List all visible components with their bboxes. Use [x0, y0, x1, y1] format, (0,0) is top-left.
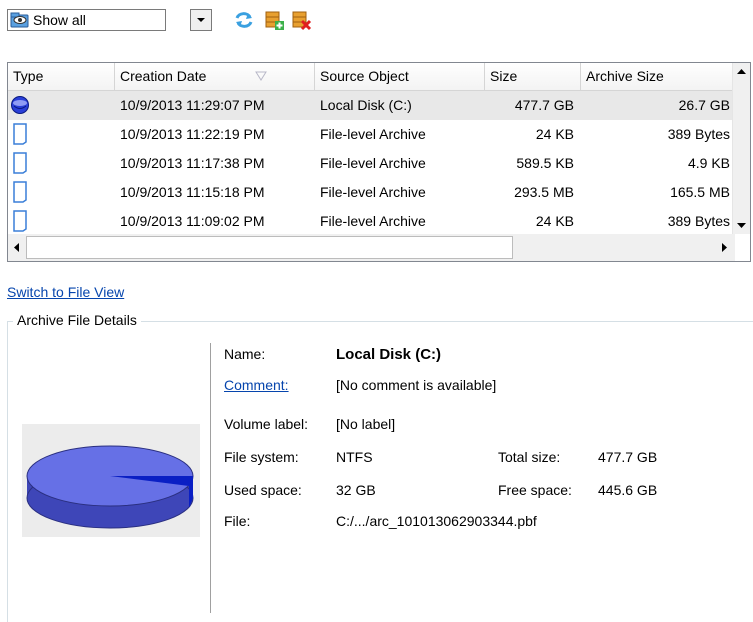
row-source-object: Local Disk (C:)	[320, 97, 412, 113]
vertical-scrollbar[interactable]	[732, 63, 750, 234]
row-source-object: File-level Archive	[320, 184, 426, 200]
file-value: C:/.../arc_101013062903344.pbf	[336, 513, 537, 529]
disk-backup-icon	[11, 96, 29, 114]
name-value: Local Disk (C:)	[336, 346, 442, 363]
total-size-label: Total size:	[498, 449, 561, 465]
column-header-creation-date[interactable]: Creation Date	[115, 63, 315, 90]
free-space-value: 445.6 GB	[598, 482, 658, 498]
table-row[interactable]: 10/9/2013 11:22:19 PM File-level Archive…	[8, 120, 735, 149]
scroll-down-button[interactable]	[733, 217, 750, 234]
volume-label-value: [No label]	[336, 416, 396, 432]
refresh-icon[interactable]	[233, 9, 255, 31]
file-system-label: File system:	[224, 449, 299, 465]
horizontal-scroll-thumb[interactable]	[26, 236, 513, 259]
row-source-object: File-level Archive	[320, 155, 426, 171]
row-archive-size: 389 Bytes	[667, 126, 730, 142]
database-add-icon[interactable]	[263, 9, 285, 31]
row-size: 24 KB	[535, 213, 574, 229]
scroll-up-button[interactable]	[733, 63, 750, 80]
row-size: 24 KB	[535, 126, 574, 142]
scroll-left-button[interactable]	[8, 239, 25, 256]
column-header-type[interactable]: Type	[8, 63, 115, 90]
column-header-source-object[interactable]: Source Object	[315, 63, 485, 90]
file-label: File:	[224, 513, 251, 529]
free-space-label: Free space:	[498, 482, 572, 498]
row-creation-date: 10/9/2013 11:09:02 PM	[120, 213, 265, 229]
row-creation-date: 10/9/2013 11:15:18 PM	[120, 184, 265, 200]
scroll-right-button[interactable]	[716, 239, 733, 256]
disk-usage-pie-graphic	[26, 445, 194, 529]
row-archive-size: 26.7 GB	[678, 97, 730, 113]
comment-link[interactable]: Comment:	[224, 377, 289, 393]
file-archive-icon	[13, 181, 27, 203]
disk-usage-pie-chart	[22, 424, 200, 537]
table-row[interactable]: 10/9/2013 11:17:38 PM File-level Archive…	[8, 149, 735, 178]
archive-table[interactable]: Type Creation Date Source Object Size Ar…	[7, 62, 751, 262]
table-row[interactable]: 10/9/2013 11:29:07 PM Local Disk (C:) 47…	[8, 91, 735, 120]
details-separator	[210, 343, 211, 613]
file-archive-icon	[13, 210, 27, 232]
arrow-right-icon	[721, 243, 727, 252]
file-system-value: NTFS	[336, 449, 373, 465]
table-row[interactable]: 10/9/2013 11:09:02 PM File-level Archive…	[8, 207, 735, 234]
horizontal-scrollbar[interactable]	[8, 234, 735, 261]
arrow-up-icon	[737, 68, 746, 74]
column-header-archive-size[interactable]: Archive Size	[581, 63, 735, 90]
row-size: 293.5 MB	[514, 184, 574, 200]
chevron-down-icon	[197, 18, 205, 22]
arrow-left-icon	[13, 243, 19, 252]
filter-value: Show all	[33, 12, 86, 28]
row-archive-size: 165.5 MB	[670, 184, 730, 200]
sort-descending-icon	[255, 71, 267, 81]
eye-folder-icon	[10, 12, 29, 28]
comment-value: [No comment is available]	[336, 377, 497, 393]
filter-dropdown-button[interactable]	[190, 9, 212, 31]
row-creation-date: 10/9/2013 11:17:38 PM	[120, 155, 265, 171]
switch-to-file-view-link[interactable]: Switch to File View	[7, 284, 124, 300]
row-archive-size: 389 Bytes	[667, 213, 730, 229]
table-header: Type Creation Date Source Object Size Ar…	[8, 63, 735, 91]
row-archive-size: 4.9 KB	[687, 155, 730, 171]
file-archive-icon	[13, 123, 27, 145]
column-header-creation-date-label: Creation Date	[120, 68, 207, 84]
volume-label-label: Volume label:	[224, 416, 309, 432]
arrow-down-icon	[737, 222, 746, 228]
row-source-object: File-level Archive	[320, 126, 426, 142]
row-source-object: File-level Archive	[320, 213, 426, 229]
group-title: Archive File Details	[13, 312, 141, 328]
used-space-value: 32 GB	[336, 482, 376, 498]
database-delete-icon[interactable]	[290, 9, 312, 31]
file-archive-icon	[13, 152, 27, 174]
row-creation-date: 10/9/2013 11:29:07 PM	[120, 97, 265, 113]
used-space-label: Used space:	[224, 482, 302, 498]
name-label: Name:	[224, 346, 266, 362]
table-row[interactable]: 10/9/2013 11:15:18 PM File-level Archive…	[8, 178, 735, 207]
row-size: 477.7 GB	[514, 97, 574, 113]
filter-dropdown[interactable]: Show all	[7, 9, 166, 31]
row-creation-date: 10/9/2013 11:22:19 PM	[120, 126, 265, 142]
total-size-value: 477.7 GB	[598, 449, 658, 465]
column-header-size[interactable]: Size	[485, 63, 581, 90]
row-size: 589.5 KB	[516, 155, 574, 171]
